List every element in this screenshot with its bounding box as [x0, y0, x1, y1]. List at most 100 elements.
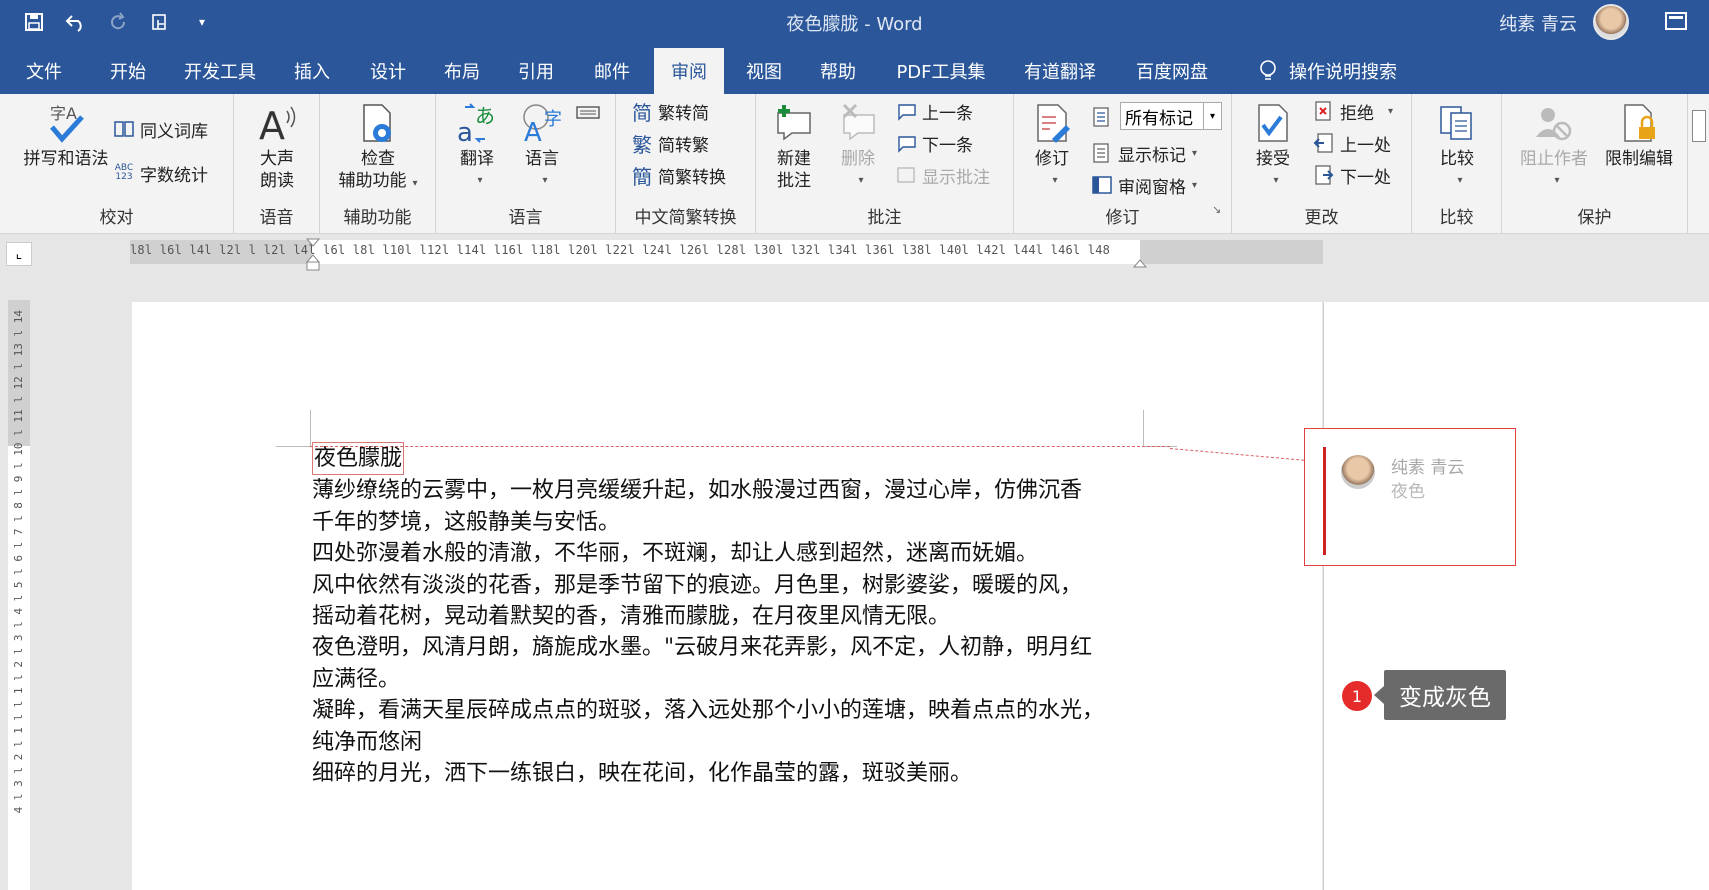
tab-baidu[interactable]: 百度网盘: [1128, 48, 1216, 94]
translate-button[interactable]: aあ 翻译 ▾: [450, 100, 504, 192]
tab-review[interactable]: 审阅: [654, 48, 724, 94]
trad-to-simp-button[interactable]: 简 繁转简: [630, 96, 709, 126]
markup-mode-dropdown[interactable]: 所有标记 ▾: [1120, 102, 1222, 130]
language-button[interactable]: A字 语言 ▾: [512, 100, 572, 192]
previous-comment-button[interactable]: 上一条: [894, 96, 973, 126]
user-name[interactable]: 纯素 青云: [1499, 10, 1577, 36]
tab-youdao[interactable]: 有道翻译: [1016, 48, 1104, 94]
track-changes-button[interactable]: 修订 ▾: [1024, 100, 1080, 192]
document-body[interactable]: 夜色朦胧 薄纱缭绕的云雾中，一枚月亮缓缓升起，如水般漫过西窗，漫过心岸，仿佛沉香…: [312, 442, 1152, 789]
tab-design[interactable]: 设计: [358, 48, 418, 94]
compare-button[interactable]: 比较 ▾: [1428, 100, 1486, 192]
tab-view[interactable]: 视图: [734, 48, 794, 94]
comment-text[interactable]: 夜色: [1391, 477, 1425, 502]
group-label-speech: 语音: [259, 208, 294, 228]
doc-line: 纯净而悠闲: [312, 729, 423, 755]
spelling-grammar-button[interactable]: 字A 拼写和语法: [10, 100, 122, 170]
delete-caret: ▾: [858, 175, 864, 186]
word-count-label: 字数统计: [140, 165, 208, 186]
indent-marker-icon[interactable]: [306, 238, 320, 274]
show-markup-button[interactable]: 显示标记 ▾: [1090, 138, 1197, 168]
keyboard-icon: [576, 99, 600, 123]
reviewing-pane-button[interactable]: 审阅窗格 ▾: [1090, 170, 1197, 200]
doc-line: 四处弥漫着水般的清澈，不华丽，不斑斓，却让人感到超然，迷离而妩媚。: [312, 541, 1039, 567]
group-accessibility: 检查 辅助功能 ▾ 辅助功能: [320, 94, 436, 234]
reject-button[interactable]: 拒绝 ▾: [1312, 96, 1393, 126]
block-authors-icon: [1531, 100, 1577, 146]
hide-ink-icon[interactable]: [1692, 110, 1706, 142]
tab-selector-button[interactable]: ⌞: [6, 242, 32, 266]
next-comment-button[interactable]: 下一条: [894, 128, 973, 158]
tab-developer[interactable]: 开发工具: [170, 48, 270, 94]
tab-home[interactable]: 开始: [92, 48, 164, 94]
tell-me-search[interactable]: 操作说明搜索: [1248, 48, 1408, 94]
crop-mark-tr-v: [1143, 410, 1144, 446]
compare-icon: [1434, 100, 1480, 146]
user-avatar[interactable]: [1593, 4, 1629, 40]
comment-author: 纯素 青云: [1391, 458, 1465, 478]
right-indent-marker-icon[interactable]: [1133, 254, 1147, 268]
tab-help[interactable]: 帮助: [808, 48, 868, 94]
word-count-button[interactable]: ABC 123 字数统计: [112, 158, 208, 188]
block-authors-label: 阻止作者: [1520, 149, 1588, 169]
group-label-compare: 比较: [1439, 208, 1474, 228]
ribbon-review: 字A 拼写和语法 同义词库 ABC123 字数统计 校对 A 大声 朗读 语音: [0, 94, 1709, 234]
group-label-protect: 保护: [1577, 208, 1612, 228]
trad-simp-icon: 简: [632, 100, 652, 125]
delete-comment-button[interactable]: 删除 ▾: [830, 100, 886, 192]
tab-pdf-tools[interactable]: PDF工具集: [884, 48, 998, 94]
check-label-2: 辅助功能 ▾: [338, 171, 418, 191]
check-accessibility-button[interactable]: 检查 辅助功能 ▾: [326, 100, 430, 195]
group-language: aあ 翻译 ▾ A字 语言 ▾ 语言: [436, 94, 616, 234]
tab-insert[interactable]: 插入: [282, 48, 342, 94]
spelling-label: 拼写和语法: [23, 149, 109, 169]
tell-me-label: 操作说明搜索: [1289, 62, 1397, 83]
commented-title[interactable]: 夜色朦胧: [312, 442, 405, 476]
comment-balloon[interactable]: 纯素 青云 夜色: [1304, 428, 1516, 566]
svg-text:a: a: [457, 118, 473, 145]
ribbon-display-options-icon[interactable]: [1665, 12, 1687, 30]
thesaurus-label: 同义词库: [140, 121, 208, 142]
accept-button[interactable]: 接受 ▾: [1246, 100, 1300, 192]
thesaurus-button[interactable]: 同义词库: [112, 114, 208, 144]
abc123-icon: ABC 123: [114, 163, 134, 182]
translate-icon: aあ: [454, 100, 500, 146]
lightbulb-icon: [1260, 60, 1276, 80]
read-aloud-label-1: 大声: [260, 149, 294, 169]
translate-label: 翻译: [460, 149, 494, 169]
block-authors-button[interactable]: 阻止作者 ▾: [1514, 100, 1594, 192]
tab-mailings[interactable]: 邮件: [582, 48, 642, 94]
show-comments-button[interactable]: 显示批注: [894, 160, 990, 190]
accept-label: 接受: [1256, 149, 1290, 169]
group-chinese-conversion: 简 繁转简 繁 简转繁 簡 简繁转换 中文简繁转换: [616, 94, 756, 234]
ime-keyboard-button[interactable]: [576, 96, 604, 126]
previous-change-button[interactable]: 上一处: [1312, 128, 1391, 158]
reject-icon: [1312, 99, 1336, 123]
tab-file[interactable]: 文件: [18, 48, 70, 94]
group-label-tracking: 修订: [1105, 208, 1140, 228]
ribbon-tab-bar: 文件 开始 开发工具 插入 设计 布局 引用 邮件 审阅 视图 帮助 PDF工具…: [0, 44, 1709, 94]
chinese-convert-button[interactable]: 簡 简繁转换: [630, 160, 726, 190]
svg-text:字A: 字A: [50, 104, 77, 123]
restrict-editing-button[interactable]: 限制编辑: [1596, 100, 1682, 170]
new-comment-button[interactable]: 新建 批注: [766, 100, 822, 192]
horizontal-ruler[interactable]: l8l l6l l4l l2l l l2l l4l l6l l8l l10l l…: [130, 238, 1323, 271]
vertical-ruler[interactable]: 4 l 3 l 2 l 1 l l 1 l 2 l 3 l 4 l 5 l 6 …: [8, 300, 30, 890]
group-label-chinese: 中文简繁转换: [634, 208, 737, 228]
new-comment-label-2: 批注: [777, 171, 811, 191]
tab-references[interactable]: 引用: [506, 48, 566, 94]
crop-mark-tl-v: [310, 410, 311, 446]
simp-to-trad-button[interactable]: 繁 简转繁: [630, 128, 709, 158]
annotation-callout: 变成灰色: [1374, 670, 1506, 720]
group-speech: A 大声 朗读 语音: [234, 94, 320, 234]
group-tracking: 修订 ▾ 所有标记 ▾ 显示标记 ▾ 审阅窗格 ▾ ↘ 修订: [1014, 94, 1232, 234]
doc-line: 摇动着花树，晃动着默契的香，清雅而朦胧，在月夜里风情无限。: [312, 604, 951, 630]
next-change-button[interactable]: 下一处: [1312, 160, 1391, 190]
simp-trad-icon: 繁: [632, 132, 652, 157]
read-aloud-button[interactable]: A 大声 朗读: [244, 100, 310, 192]
group-label-comments: 批注: [867, 208, 902, 228]
tab-layout[interactable]: 布局: [432, 48, 492, 94]
doc-line: 凝眸，看满天星辰碎成点点的斑驳，落入远处那个小小的莲塘，映着点点的水光，: [312, 698, 1105, 724]
convert-icon: 簡: [632, 164, 652, 189]
accessibility-check-icon: [355, 100, 401, 146]
